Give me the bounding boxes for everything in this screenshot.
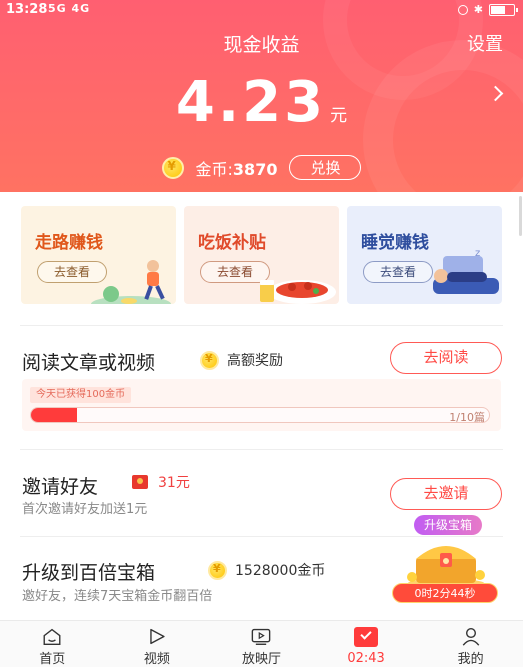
today-earned-tag: 今天已获得100金币 — [30, 387, 132, 403]
cash-unit: 元 — [330, 106, 348, 126]
screen-icon — [252, 628, 271, 645]
svg-text:z: z — [475, 248, 480, 259]
status-time: 13:28 — [6, 2, 48, 17]
signal-icon: 5G 4G — [48, 2, 91, 15]
coin-balance: 金币:3870 — [195, 159, 278, 179]
sleep-earn-card[interactable]: 睡觉赚钱 去查看 z — [347, 206, 502, 304]
food-illustration — [260, 280, 336, 304]
cash-amount-display[interactable]: 4.23 元 — [0, 70, 523, 135]
upgrade-chest-tag: 升级宝箱 — [414, 515, 483, 535]
card-title: 走路赚钱 — [35, 233, 103, 253]
nav-label: 视频 — [143, 652, 170, 667]
location-icon — [457, 4, 468, 15]
timer-check-icon — [354, 627, 379, 649]
upgrade-task-reward: 1528000金币 — [208, 560, 325, 580]
battery-icon — [489, 3, 518, 16]
runner-illustration — [91, 260, 171, 304]
person-icon — [462, 628, 479, 646]
view-button[interactable]: 去查看 — [363, 261, 433, 283]
reward-amount: 31元 — [158, 475, 190, 491]
cash-amount: 4.23 — [175, 70, 327, 135]
upgrade-task-title: 升级到百倍宝箱 — [22, 562, 156, 584]
go-invite-button[interactable]: 去邀请 — [390, 478, 502, 510]
read-progress-bar — [30, 407, 490, 423]
coin-balance-row: 金币:3870 兑换 — [0, 155, 523, 180]
bottom-navigation: 首页 视频 放映厅 02:43 我的 — [0, 620, 523, 667]
nav-item-timer[interactable]: 02:43 — [314, 621, 419, 667]
red-envelope-icon — [132, 475, 148, 489]
invite-task-subtitle: 首次邀请好友加送1元 — [22, 502, 148, 517]
page-title: 现金收益 — [223, 34, 300, 56]
exchange-button[interactable]: 兑换 — [289, 155, 362, 180]
coin-icon — [161, 156, 184, 179]
read-task-title: 阅读文章或视频 — [22, 352, 156, 374]
nav-item-profile[interactable]: 我的 — [418, 621, 523, 667]
treasure-chest-icon — [407, 546, 485, 587]
sleeper-illustration: z — [433, 248, 499, 294]
card-title: 吃饭补贴 — [198, 233, 266, 253]
nav-label: 02:43 — [347, 651, 385, 666]
read-progress-box: 今天已获得100金币 1/10篇 — [22, 379, 501, 431]
coin-icon — [200, 350, 219, 370]
upgrade-task-subtitle: 邀好友，连续7天宝箱金币翻百倍 — [22, 589, 213, 604]
status-icons: ✱ — [457, 3, 518, 16]
chest-countdown: 0时2分44秒 — [392, 583, 498, 603]
scrollbar[interactable] — [519, 196, 522, 236]
read-task-reward: 高额奖励 — [200, 350, 283, 370]
go-read-button[interactable]: 去阅读 — [390, 342, 502, 374]
nav-item-theater[interactable]: 放映厅 — [209, 621, 314, 667]
walk-earn-card[interactable]: 走路赚钱 去查看 — [21, 206, 176, 304]
divider — [20, 449, 503, 450]
nav-label: 我的 — [457, 652, 484, 667]
divider — [20, 325, 503, 326]
reward-label: 高额奖励 — [227, 353, 283, 369]
card-title: 睡觉赚钱 — [361, 233, 429, 253]
nav-item-video[interactable]: 视频 — [105, 621, 210, 667]
nav-label: 首页 — [39, 652, 66, 667]
invite-task-title: 邀请好友 — [22, 476, 99, 498]
read-progress-text: 1/10篇 — [449, 411, 485, 424]
earnings-header: 13:28 5G 4G ✱ 现金收益 设置 4.23元 金币:3870 兑换 — [0, 0, 523, 192]
meal-subsidy-card[interactable]: 吃饭补贴 去查看 — [184, 206, 339, 304]
feature-cards: 走路赚钱 去查看 吃饭补贴 去查看 睡觉赚钱 去查看 z — [21, 206, 502, 304]
home-icon — [43, 628, 61, 645]
settings-button[interactable]: 设置 — [467, 30, 503, 56]
nav-item-home[interactable]: 首页 — [0, 621, 105, 667]
treasure-chest-widget[interactable]: 升级宝箱 0时2分44秒 — [386, 515, 504, 605]
read-progress-fill — [31, 408, 77, 422]
invite-task-reward: 31元 — [132, 472, 190, 492]
reward-label: 1528000金币 — [235, 563, 326, 579]
status-bar: 13:28 5G 4G ✱ — [0, 0, 523, 20]
play-icon — [150, 628, 165, 645]
coin-icon — [208, 560, 227, 580]
bluetooth-icon: ✱ — [473, 3, 483, 16]
nav-label: 放映厅 — [241, 652, 281, 667]
